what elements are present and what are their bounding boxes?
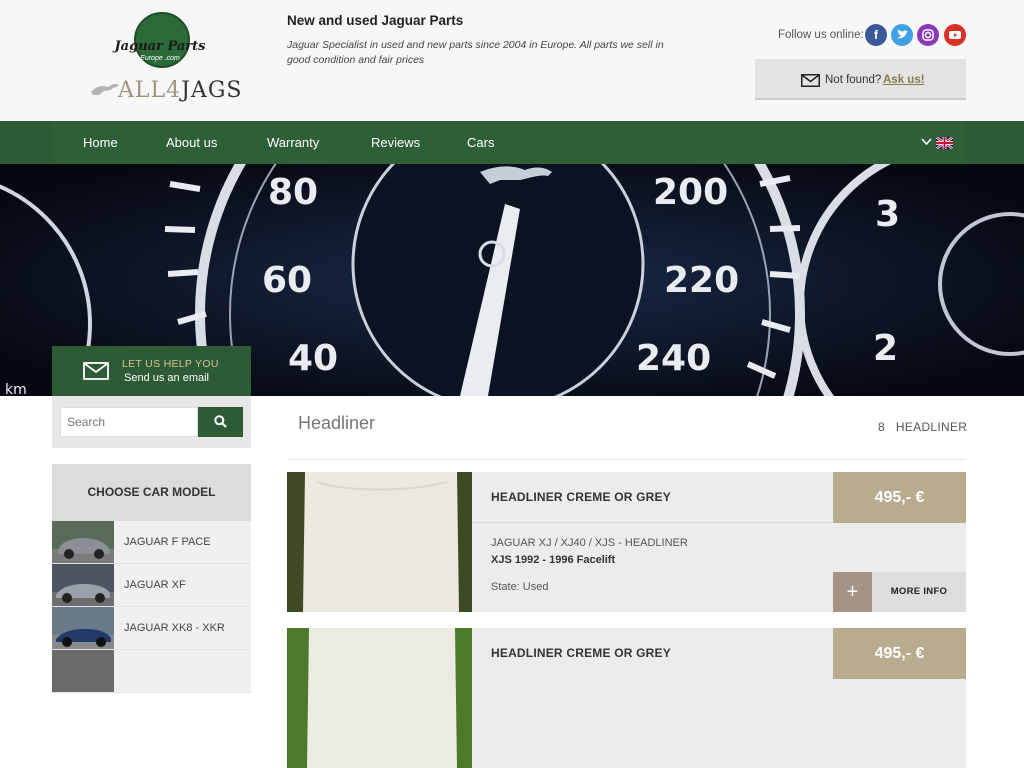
nav-inner: Home About us Warranty Reviews Cars [52,121,966,164]
product-card[interactable]: HEADLINER CREME OR GREY 495,- € JAGUAR X… [287,472,966,612]
nav-item-warranty[interactable]: Warranty [267,135,319,150]
car-model-item-partial[interactable] [52,650,251,693]
chevron-down-icon[interactable] [921,138,932,146]
car-model-label: JAGUAR XK8 - XKR [124,622,225,634]
expand-plus-button[interactable]: + [833,572,872,612]
ask-us-link[interactable]: Ask us! [883,74,925,86]
car-model-item-xk8-xkr[interactable]: JAGUAR XK8 - XKR [52,607,251,650]
follow-label: Follow us online: [778,29,864,41]
product-state: State: Used [491,581,549,593]
product-title[interactable]: HEADLINER CREME OR GREY [491,490,671,504]
gauge-number-80: 80 [268,172,318,213]
logo-text: Jaguar Parts [114,39,206,54]
uk-flag-icon[interactable] [936,137,953,149]
help-subtitle: Send us an email [124,372,209,384]
search-box [52,396,251,448]
youtube-icon[interactable] [944,24,966,46]
gauge-number-40: 40 [288,338,338,379]
product-card[interactable]: HEADLINER CREME OR GREY 495,- € [287,628,966,768]
car-model-label: JAGUAR XF [124,579,186,591]
product-subtitle: XJS 1992 - 1996 Facelift [491,554,616,566]
twitter-icon[interactable] [891,24,913,46]
tagline-description: Jaguar Specialist in used and new parts … [287,39,664,66]
page-title: Headliner [298,413,376,433]
product-price: 495,- € [833,628,966,679]
gauge-number-200: 200 [653,172,728,213]
tagline-title: New and used Jaguar Parts [287,13,464,28]
envelope-icon [83,362,109,380]
logo-subtext: Europe .com [140,55,180,62]
site-header: Jaguar Parts Europe .com ALL4JAGS New an… [0,0,1024,121]
gauge-number-60: 60 [262,260,312,301]
product-title[interactable]: HEADLINER CREME OR GREY [491,646,671,660]
choose-car-model-heading: CHOOSE CAR MODEL [52,464,251,521]
more-info-button[interactable]: MORE INFO [872,572,966,612]
gauge-number-240: 240 [636,338,711,379]
car-thumbnail [52,607,114,649]
jaguar-parts-logo[interactable]: Jaguar Parts Europe .com [112,12,208,70]
car-model-item-f-pace[interactable]: JAGUAR F PACE [52,521,251,564]
product-model: JAGUAR XJ / XJ40 / XJS - HEADLINER [491,537,688,549]
help-title: LET US HELP YOU [122,358,219,370]
product-image[interactable] [287,472,472,612]
product-image[interactable] [287,628,472,768]
nav-item-reviews[interactable]: Reviews [371,135,420,150]
car-model-label: JAGUAR F PACE [124,536,211,548]
search-input[interactable] [60,407,198,437]
email-help-button[interactable]: LET US HELP YOU Send us an email [52,346,251,396]
leaping-jaguar-icon [91,83,119,95]
gauge-number-2: 2 [873,328,898,369]
not-found-label: Not found? [825,74,882,86]
instagram-icon[interactable] [917,24,939,46]
facebook-icon[interactable]: f [865,24,887,46]
search-button[interactable] [198,407,243,437]
not-found-ask-us-button[interactable]: Not found? Ask us! [755,59,966,100]
unit-km: km [5,382,27,396]
nav-item-home[interactable]: Home [83,135,118,150]
car-thumbnail [52,650,114,692]
gauge-number-3: 3 [875,194,900,235]
product-price: 495,- € [833,472,966,523]
result-count: 8 HEADLINER [878,420,968,434]
search-icon [214,415,227,428]
main-navigation: Home About us Warranty Reviews Cars [0,121,1024,164]
divider [287,459,966,460]
nav-item-cars[interactable]: Cars [467,135,494,150]
envelope-icon [801,74,820,87]
car-thumbnail [52,521,114,563]
car-model-item-xf[interactable]: JAGUAR XF [52,564,251,607]
nav-item-about-us[interactable]: About us [166,135,217,150]
gauge-number-220: 220 [664,260,739,301]
car-thumbnail [52,564,114,606]
all4jags-logo[interactable]: ALL4JAGS [118,78,242,103]
divider [472,522,832,523]
